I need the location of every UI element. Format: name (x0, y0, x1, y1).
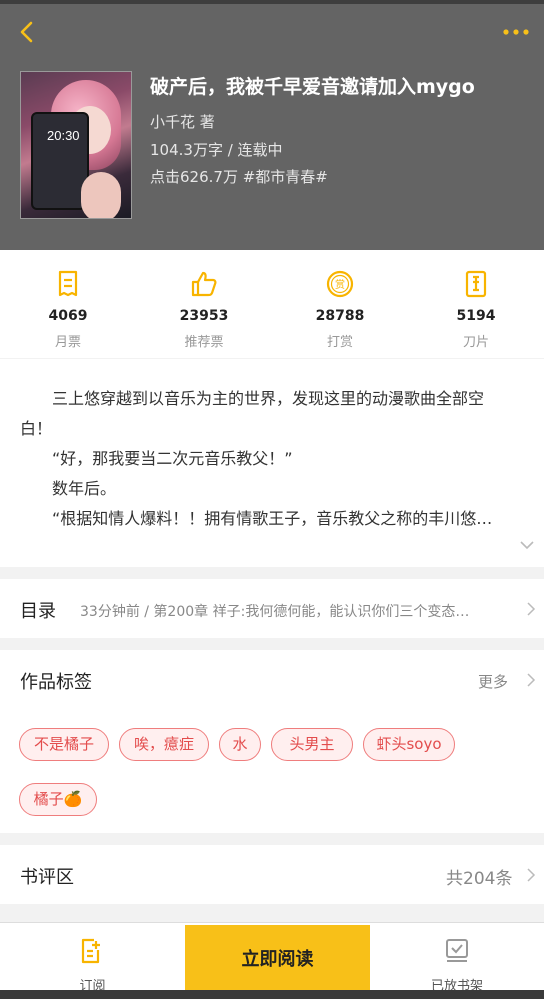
book-review-row[interactable]: 书评区 共204条 (0, 845, 544, 904)
tag-chip[interactable]: 不是橘子 (19, 728, 109, 761)
stat-label: 推荐票 (184, 335, 224, 350)
book-cover[interactable]: 20:30 (20, 71, 132, 219)
table-of-contents-row[interactable]: 目录 33分钟前 / 第200章 祥子:我何德何能，能认识你们三个变态… (0, 579, 544, 638)
stat-label: 打赏 (326, 335, 353, 350)
stat-value: 5194 (456, 308, 496, 324)
subscribe-icon (81, 938, 100, 964)
navigation-bar (0, 990, 544, 999)
bottom-action-bar: 订阅 立即阅读 已放书架 (0, 922, 544, 999)
synopsis-line: “根据知情人爆料！！拥有情歌王子，音乐教父之称的丰川悠… (52, 509, 493, 528)
chevron-right-icon (527, 602, 536, 616)
read-now-button[interactable]: 立即阅读 (185, 925, 370, 999)
status-bar (0, 0, 544, 4)
stat-label: 月票 (54, 335, 81, 350)
chevron-down-icon[interactable] (519, 538, 535, 552)
tag-chip[interactable]: 唉，癔症 (119, 728, 209, 761)
more-options-button[interactable] (500, 22, 536, 42)
toc-latest-chapter: 33分钟前 / 第200章 祥子:我何德何能，能认识你们三个变态… (80, 604, 470, 620)
stat-monthly-ticket[interactable]: 4069 月票 (0, 250, 136, 358)
synopsis-line: 白！ (20, 419, 53, 438)
stats-bar: 4069 月票 23953 推荐票 赏 28788 打赏 5194 刀片 (0, 250, 544, 358)
blade-icon (465, 270, 487, 298)
stat-blade[interactable]: 5194 刀片 (408, 250, 544, 358)
stat-value: 23953 (179, 308, 229, 324)
thumbs-up-icon (191, 271, 217, 297)
review-title: 书评区 (20, 867, 74, 888)
tag-chip[interactable]: 橘子🍊 (19, 783, 97, 816)
synopsis-line: 数年后。 (52, 479, 117, 498)
book-title: 破产后，我被千早爱音邀请加入mygo (150, 76, 475, 98)
tag-chip[interactable]: 虾头soyo (363, 728, 455, 761)
book-word-count: 104.3万字 / 连载中 (150, 141, 283, 159)
ticket-icon (58, 270, 78, 297)
tag-chip[interactable]: 头男主 (271, 728, 353, 761)
more-dots-icon (503, 29, 529, 35)
book-author[interactable]: 小千花 著 (150, 111, 215, 132)
bookshelf-check-icon (446, 939, 468, 962)
review-count: 共204条 (446, 869, 513, 889)
svg-text:赏: 赏 (335, 279, 345, 291)
chevron-right-icon[interactable] (526, 672, 536, 688)
tags-more-link[interactable]: 更多 (478, 671, 508, 692)
cover-phone-time: 20:30 (47, 128, 80, 143)
cover-character-hand (81, 172, 121, 218)
subscribe-button[interactable]: 订阅 (0, 923, 185, 999)
tags-title: 作品标签 (20, 672, 92, 693)
chevron-right-icon (527, 868, 536, 882)
stat-label: 刀片 (462, 335, 489, 350)
stat-value: 28788 (315, 308, 365, 324)
stat-reward[interactable]: 赏 28788 打赏 (272, 250, 408, 358)
tags-section: 作品标签 更多 不是橘子 唉，癔症 水 头男主 虾头soyo 橘子🍊 (0, 650, 544, 833)
tag-chip[interactable]: 水 (219, 728, 261, 761)
bookshelf-button[interactable]: 已放书架 (370, 923, 544, 999)
stat-recommend-ticket[interactable]: 23953 推荐票 (136, 250, 272, 358)
book-clicks-genre: 点击626.7万 #都市青春# (150, 168, 328, 186)
synopsis-line: 三上悠穿越到以音乐为主的世界，发现这里的动漫歌曲全部空 (52, 389, 485, 408)
toc-title: 目录 (20, 601, 56, 622)
chevron-left-icon (20, 21, 33, 43)
synopsis-section[interactable]: 三上悠穿越到以音乐为主的世界，发现这里的动漫歌曲全部空 白！ “好，那我要当二次… (0, 359, 544, 567)
back-button[interactable] (14, 18, 42, 46)
book-header: 20:30 破产后，我被千早爱音邀请加入mygo 小千花 著 104.3万字 /… (0, 0, 544, 250)
stat-value: 4069 (48, 308, 88, 324)
reward-coin-icon: 赏 (326, 270, 354, 298)
synopsis-line: “好，那我要当二次元音乐教父！” (52, 449, 293, 468)
